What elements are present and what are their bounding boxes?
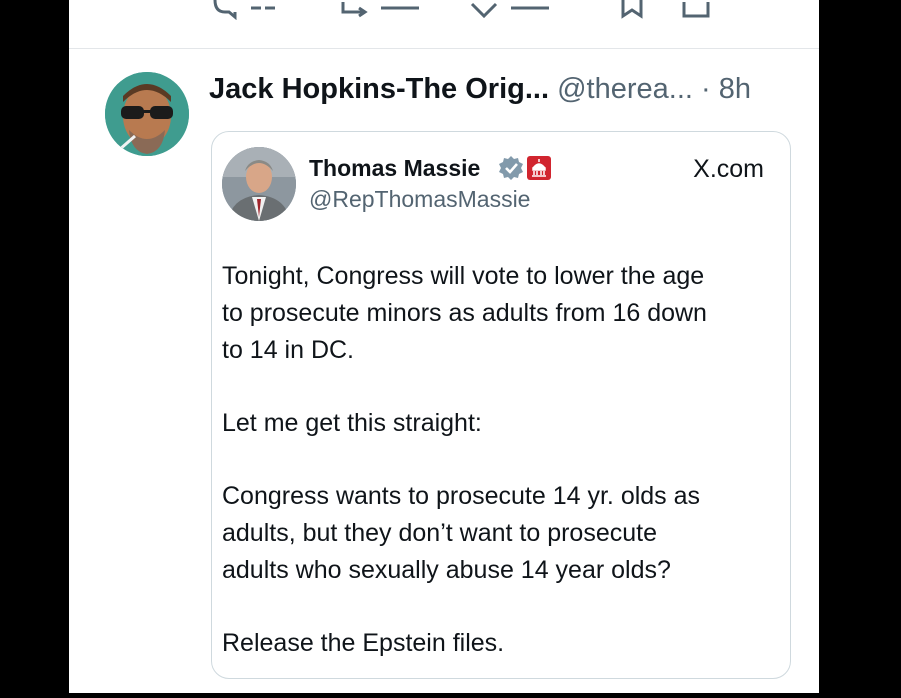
government-affiliation-badge-icon [526,155,552,181]
paragraph: Tonight, Congress will vote to lower the… [222,258,782,369]
text-line: adults who sexually abuse 14 year olds? [222,556,671,584]
page: Jack Hopkins-The Orig... @therea... · 8h… [69,0,819,693]
text-line: to 14 in DC. [222,336,355,364]
text-line: Release the Epstein files. [222,629,505,657]
reply-icon[interactable] [211,0,243,20]
source-label[interactable]: X.com [693,154,764,184]
text-line: Tonight, Congress will vote to lower the… [222,262,705,290]
separator: · [701,73,711,105]
like-icon[interactable] [469,0,499,20]
text-line: Congress wants to prosecute 14 yr. olds … [222,482,701,510]
paragraph: Congress wants to prosecute 14 yr. olds … [222,478,782,589]
paragraph: Let me get this straight: [222,405,782,442]
share-icon[interactable] [681,0,711,20]
paragraph: Release the Epstein files. [222,625,782,662]
reply-count [249,0,279,20]
like-count [509,0,551,20]
post-action-row [69,0,819,49]
repost-icon[interactable] [339,0,373,20]
text-line: adults, but they don’t want to prosecute [222,519,657,547]
verified-badge-icon [498,155,524,181]
post-author-name[interactable]: Jack Hopkins-The Orig... [209,73,549,105]
avatar[interactable] [105,72,189,156]
quoted-author-avatar[interactable] [222,147,296,221]
post-author-handle[interactable]: @therea... [557,73,693,105]
bookmark-icon[interactable] [619,0,645,20]
repost-count [379,0,421,20]
text-line: to prosecute minors as adults from 16 do… [222,299,707,327]
text-line: Let me get this straight: [222,409,482,437]
quoted-author-handle[interactable]: @RepThomasMassie [309,185,530,213]
post-timestamp[interactable]: 8h [719,73,751,105]
quoted-post-card[interactable]: Thomas Massie @RepThomasMassie X.com Ton… [211,131,791,679]
quoted-author-name[interactable]: Thomas Massie [309,154,480,182]
post-header: Jack Hopkins-The Orig... @therea... · 8h [209,70,751,108]
quoted-post-text: Tonight, Congress will vote to lower the… [222,258,782,698]
